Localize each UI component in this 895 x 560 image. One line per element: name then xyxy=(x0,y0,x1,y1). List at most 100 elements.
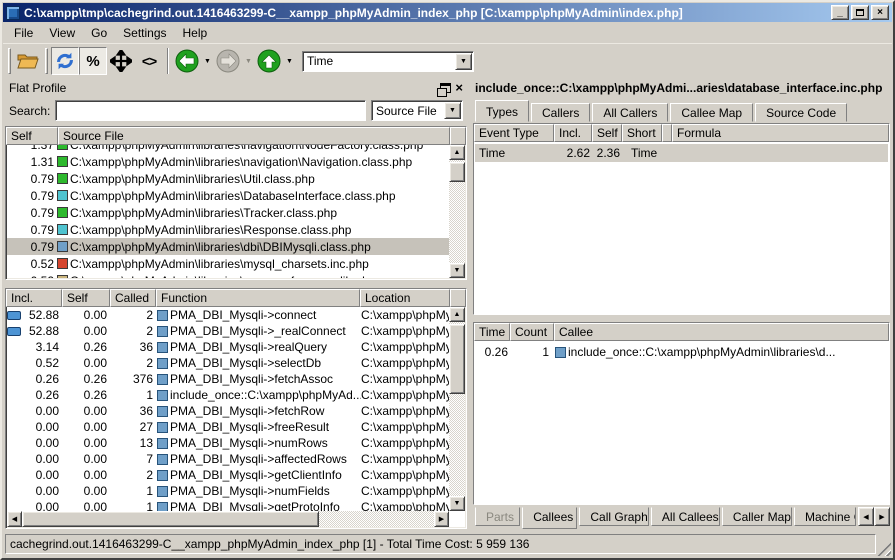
function-row[interactable]: 0.000.007PMA_DBI_Mysqli->affectedRowsC:\… xyxy=(7,451,449,467)
event-type-row[interactable]: Time2.622.36Time xyxy=(475,144,888,162)
maximize-button[interactable] xyxy=(851,5,869,20)
dock-float-icon[interactable] xyxy=(440,83,451,93)
dock-close-icon[interactable]: × xyxy=(455,81,463,94)
column-header-self[interactable]: Self xyxy=(6,127,58,145)
scrollbar-thumb[interactable] xyxy=(449,324,465,394)
event-type-combobox[interactable]: Time ▼ xyxy=(302,51,474,72)
search-input[interactable] xyxy=(55,100,366,121)
scrollbar-thumb[interactable] xyxy=(22,511,319,527)
file-path: C:\xampp\phpMyAdmin\libraries\DatabaseIn… xyxy=(70,189,396,203)
column-header-location[interactable]: Location xyxy=(360,289,450,307)
tab-machine-c[interactable]: Machine C xyxy=(794,507,856,526)
callee-row[interactable]: 0.261include_once::C:\xampp\phpMyAdmin\l… xyxy=(475,343,888,361)
group-by-combobox[interactable]: Source File ▼ xyxy=(371,100,463,121)
tab-callees[interactable]: Callees xyxy=(522,507,577,529)
location-value: C:\xampp\phpMy... xyxy=(361,452,449,466)
function-row[interactable]: 0.000.001PMA_DBI_Mysqli->getProtoInfoC:\… xyxy=(7,499,449,511)
column-header-incl[interactable]: Incl. xyxy=(6,289,62,307)
column-header-short[interactable]: Short xyxy=(622,124,662,142)
forward-dropdown-arrow[interactable]: ▼ xyxy=(242,47,255,75)
column-header-source-file[interactable]: Source File xyxy=(58,127,450,145)
function-row[interactable]: 3.140.2636PMA_DBI_Mysqli->realQueryC:\xa… xyxy=(7,339,449,355)
tab-caller-map[interactable]: Caller Map xyxy=(722,507,792,526)
toolbar-handle[interactable] xyxy=(45,48,48,74)
back-button[interactable] xyxy=(173,47,201,75)
tab-scroll-right-button[interactable]: ▶ xyxy=(874,507,890,526)
tab-callers[interactable]: Callers xyxy=(531,103,590,122)
title-bar[interactable]: C:\xampp\tmp\cachegrind.out.1416463299-C… xyxy=(3,3,892,22)
column-header-function[interactable]: Function xyxy=(156,289,360,307)
source-file-row[interactable]: 0.52C:\xampp\phpMyAdmin\libraries\user_p… xyxy=(7,272,449,278)
forward-button[interactable] xyxy=(214,47,242,75)
scrollbar-track[interactable] xyxy=(449,322,465,496)
close-button[interactable]: × xyxy=(871,5,889,20)
source-file-row[interactable]: 1.37C:\xampp\phpMyAdmin\libraries\naviga… xyxy=(7,145,449,153)
tab-source-code[interactable]: Source Code xyxy=(755,103,847,122)
source-file-row[interactable]: 0.79C:\xampp\phpMyAdmin\libraries\Util.c… xyxy=(7,170,449,187)
function-row[interactable]: 52.880.002PMA_DBI_Mysqli->connectC:\xamp… xyxy=(7,307,449,323)
column-header-incl[interactable]: Incl. xyxy=(554,124,592,142)
tab-all-callers[interactable]: All Callers xyxy=(592,103,668,122)
combobox-dropdown-button[interactable]: ▼ xyxy=(455,53,472,70)
scroll-down-button[interactable]: ▼ xyxy=(449,496,465,511)
menu-item-go[interactable]: Go xyxy=(84,24,114,42)
split-direction-button[interactable]: <> xyxy=(135,47,163,75)
function-row[interactable]: 0.000.0027PMA_DBI_Mysqli->freeResultC:\x… xyxy=(7,419,449,435)
column-header-formula[interactable]: Formula xyxy=(672,124,889,142)
function-row[interactable]: 0.000.0036PMA_DBI_Mysqli->fetchRowC:\xam… xyxy=(7,403,449,419)
source-file-row[interactable]: 0.79C:\xampp\phpMyAdmin\libraries\Tracke… xyxy=(7,204,449,221)
horizontal-splitter[interactable] xyxy=(5,280,467,288)
combobox-dropdown-button[interactable]: ▼ xyxy=(444,102,461,119)
source-file-row[interactable]: 0.52C:\xampp\phpMyAdmin\libraries\mysql_… xyxy=(7,255,449,272)
open-file-button[interactable] xyxy=(14,47,42,75)
scroll-up-button[interactable]: ▲ xyxy=(449,307,465,322)
column-header-self[interactable]: Self xyxy=(62,289,110,307)
menu-item-help[interactable]: Help xyxy=(176,24,215,42)
menu-item-settings[interactable]: Settings xyxy=(116,24,173,42)
function-row[interactable]: 0.520.002PMA_DBI_Mysqli->selectDbC:\xamp… xyxy=(7,355,449,371)
scrollbar-thumb[interactable] xyxy=(449,162,465,182)
up-dropdown-arrow[interactable]: ▼ xyxy=(283,47,296,75)
up-button[interactable] xyxy=(255,47,283,75)
function-row[interactable]: 0.000.001PMA_DBI_Mysqli->numFieldsC:\xam… xyxy=(7,483,449,499)
function-row[interactable]: 52.880.002PMA_DBI_Mysqli->_realConnectC:… xyxy=(7,323,449,339)
source-file-row[interactable]: 0.79C:\xampp\phpMyAdmin\libraries\Respon… xyxy=(7,221,449,238)
horizontal-scrollbar[interactable]: ◀ ▶ xyxy=(7,511,449,527)
vertical-scrollbar[interactable]: ▲ ▼ xyxy=(449,145,465,278)
source-file-row[interactable]: 0.79C:\xampp\phpMyAdmin\libraries\dbi\DB… xyxy=(7,238,449,255)
function-row[interactable]: 0.000.0013PMA_DBI_Mysqli->numRowsC:\xamp… xyxy=(7,435,449,451)
minimize-button[interactable]: _ xyxy=(831,5,849,20)
menu-item-file[interactable]: File xyxy=(7,24,40,42)
resize-grip[interactable] xyxy=(877,542,891,556)
column-header-count[interactable]: Count xyxy=(510,323,554,341)
column-header-self[interactable]: Self xyxy=(592,124,622,142)
source-file-row[interactable]: 1.31C:\xampp\phpMyAdmin\libraries\naviga… xyxy=(7,153,449,170)
relative-percent-button[interactable]: % xyxy=(79,47,107,75)
tab-call-graph[interactable]: Call Graph xyxy=(579,507,649,526)
scroll-left-button[interactable]: ◀ xyxy=(7,511,22,527)
cycle-detection-button[interactable] xyxy=(51,47,79,75)
back-dropdown-arrow[interactable]: ▼ xyxy=(201,47,214,75)
dock-menu-button[interactable] xyxy=(107,47,135,75)
tab-scroll-left-button[interactable]: ◀ xyxy=(858,507,874,526)
scroll-down-button[interactable]: ▼ xyxy=(449,263,465,278)
source-file-row[interactable]: 0.79C:\xampp\phpMyAdmin\libraries\Databa… xyxy=(7,187,449,204)
column-header-time[interactable]: Time xyxy=(474,323,510,341)
vertical-scrollbar[interactable]: ▲ ▼ xyxy=(449,307,465,511)
function-row[interactable]: 0.000.002PMA_DBI_Mysqli->getClientInfoC:… xyxy=(7,467,449,483)
column-header-called[interactable]: Called xyxy=(110,289,156,307)
menu-item-view[interactable]: View xyxy=(42,24,82,42)
tab-callee-map[interactable]: Callee Map xyxy=(670,103,753,122)
dock-title-bar[interactable]: Flat Profile × xyxy=(5,78,467,97)
column-header-callee[interactable]: Callee xyxy=(554,323,889,341)
scrollbar-track[interactable] xyxy=(22,511,434,527)
scroll-up-button[interactable]: ▲ xyxy=(449,145,465,160)
tab-all-callees[interactable]: All Callees xyxy=(651,507,720,526)
toolbar-handle[interactable] xyxy=(8,48,11,74)
scroll-right-button[interactable]: ▶ xyxy=(434,511,449,527)
tab-types[interactable]: Types xyxy=(475,100,529,122)
function-row[interactable]: 0.260.26376PMA_DBI_Mysqli->fetchAssocC:\… xyxy=(7,371,449,387)
column-header-event-type[interactable]: Event Type xyxy=(474,124,554,142)
function-row[interactable]: 0.260.261include_once::C:\xampp\phpMyAd.… xyxy=(7,387,449,403)
scrollbar-track[interactable] xyxy=(449,160,465,263)
